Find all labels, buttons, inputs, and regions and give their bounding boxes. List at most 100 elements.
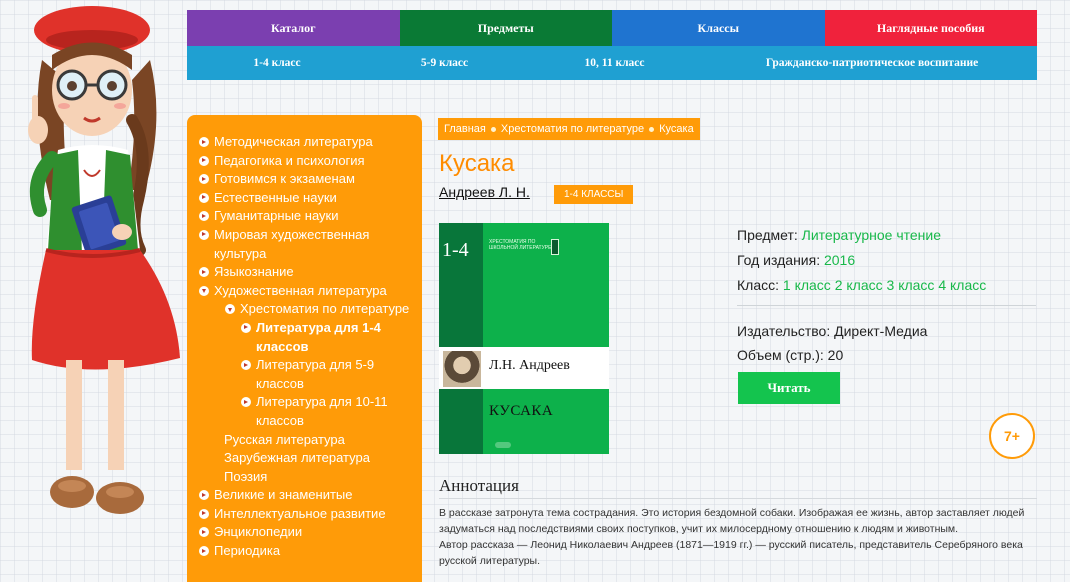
arrow-right-icon <box>199 508 209 519</box>
sidebar-item-label: Интеллектуальное развитие <box>214 505 386 521</box>
sidebar-item-label: Энциклопедии <box>214 524 303 540</box>
arrow-right-icon <box>199 211 209 222</box>
arrow-right-icon <box>241 360 251 371</box>
author-portrait <box>443 351 481 387</box>
arrow-right-icon <box>199 527 209 538</box>
sidebar-item-exams[interactable]: Готовимся к экзаменам <box>199 170 412 189</box>
annotation-body: В рассказе затронута тема сострадания. Э… <box>439 505 1039 569</box>
nav-grade-1-4[interactable]: 1-4 класс <box>187 46 367 80</box>
sidebar-item-label: Гуманитарные науки <box>214 208 339 224</box>
page-title: Кусака <box>439 150 515 177</box>
annotation-heading: Аннотация <box>439 476 519 495</box>
sidebar-item-fiction[interactable]: Художественная литература <box>199 282 412 301</box>
cover-series: Хрестоматия по школьной литературе <box>489 239 552 251</box>
book-cover[interactable]: 1-4 Хрестоматия по школьной литературе Л… <box>439 223 609 454</box>
sidebar-item-humanities[interactable]: Гуманитарные науки <box>199 207 412 226</box>
sidebar-item-label: Художественная литература <box>214 282 387 298</box>
main-nav: Каталог Предметы Классы Наглядные пособи… <box>187 10 1037 46</box>
publisher-text: Издательство: Директ-Медиа <box>737 323 928 339</box>
sidebar-item-natural-sciences[interactable]: Естественные науки <box>199 189 412 208</box>
subject-label: Предмет: <box>737 227 798 243</box>
sidebar-item-label: Поэзия <box>224 468 268 484</box>
arrow-right-icon <box>199 155 209 166</box>
arrow-right-icon <box>199 174 209 185</box>
category-sidebar: Методическая литература Педагогика и пси… <box>187 115 422 582</box>
arrow-right-icon <box>241 322 251 333</box>
sidebar-item-label: Мировая художественная культура <box>214 226 370 261</box>
sidebar-item-intellectual[interactable]: Интеллектуальное развитие <box>199 505 412 524</box>
sidebar-item-label: Литература для 1-4 классов <box>256 319 381 354</box>
author-link[interactable]: Андреев Л. Н. <box>439 184 530 200</box>
sidebar-item-lit-1-4[interactable]: Литература для 1-4 классов <box>199 319 412 356</box>
sidebar-item-label: Русская литература <box>224 431 345 447</box>
cover-title: КУСАКА <box>489 403 554 419</box>
sidebar-item-label: Методическая литература <box>214 134 373 149</box>
class-link-2[interactable]: 2 класс <box>835 277 883 293</box>
sidebar-item-label: Литература для 5-9 классов <box>256 357 375 391</box>
class-label: Класс: <box>737 277 779 293</box>
sidebar-item-label: Естественные науки <box>214 189 337 205</box>
subject-row: Предмет: Литературное чтение <box>737 227 941 243</box>
sidebar-item-russian-lit[interactable]: Русская литература <box>199 431 412 450</box>
sidebar-item-world-art[interactable]: Мировая художественная культура <box>199 226 412 263</box>
grade-badge[interactable]: 1-4 КЛАССЫ <box>554 185 634 204</box>
sidebar-item-label: Готовимся к экзаменам <box>214 171 355 187</box>
mascot-illustration <box>28 6 181 514</box>
sidebar-item-famous[interactable]: Великие и знаменитые <box>199 486 412 505</box>
cover-mark-icon <box>551 239 559 255</box>
sidebar-item-poetry[interactable]: Поэзия <box>199 468 412 487</box>
class-link-1[interactable]: 1 класс <box>783 277 831 293</box>
pages-text: Объем (стр.): 20 <box>737 347 844 363</box>
annotation-paragraph-1: В рассказе затронута тема сострадания. Э… <box>439 507 1025 535</box>
cover-author: Л.Н. Андреев <box>489 358 570 373</box>
nav-subjects[interactable]: Предметы <box>399 10 612 46</box>
sidebar-item-label: Хрестоматия по литературе <box>240 301 410 317</box>
publisher-logo-icon <box>495 442 511 448</box>
arrow-right-icon <box>199 267 209 278</box>
sidebar-item-label: Языкознание <box>214 264 294 280</box>
arrow-right-icon <box>199 229 209 240</box>
arrow-right-icon <box>199 546 209 557</box>
sidebar-item-label: Педагогика и психология <box>214 152 365 168</box>
nav-classes[interactable]: Классы <box>612 10 825 46</box>
sidebar-item-pedagogy[interactable]: Педагогика и психология <box>199 152 412 171</box>
class-link-4[interactable]: 4 класс <box>938 277 986 293</box>
nav-catalog[interactable]: Каталог <box>187 10 400 46</box>
arrow-right-icon <box>199 192 209 203</box>
sidebar-item-linguistics[interactable]: Языкознание <box>199 263 412 282</box>
nav-patriotic[interactable]: Гражданско-патриотическое воспитание <box>707 46 1037 80</box>
subject-link[interactable]: Литературное чтение <box>802 227 941 243</box>
sidebar-item-foreign-lit[interactable]: Зарубежная литература <box>199 449 412 468</box>
annotation-paragraph-2: Автор рассказа — Леонид Николаевич Андре… <box>439 539 1023 567</box>
sidebar-item-methodical[interactable]: Методическая литература <box>199 133 412 152</box>
arrow-down-icon <box>225 304 235 315</box>
arrow-right-icon <box>199 137 209 147</box>
sidebar-item-lit-10-11[interactable]: Литература для 10-11 классов <box>199 393 412 430</box>
arrow-down-icon <box>199 285 209 296</box>
sidebar-item-periodicals[interactable]: Периодика <box>199 542 412 561</box>
sidebar-item-label: Зарубежная литература <box>224 450 370 466</box>
sidebar-item-anthology[interactable]: Хрестоматия по литературе <box>199 300 412 319</box>
nav-grade-5-9[interactable]: 5-9 класс <box>367 46 522 80</box>
sidebar-item-label: Литература для 10-11 классов <box>256 394 388 428</box>
breadcrumb-home[interactable]: Главная <box>444 123 486 135</box>
breadcrumb-anthology[interactable]: Хрестоматия по литературе <box>501 123 644 135</box>
year-link[interactable]: 2016 <box>824 252 855 268</box>
class-link-3[interactable]: 3 класс <box>887 277 935 293</box>
arrow-right-icon <box>241 397 251 408</box>
nav-visual-aids[interactable]: Наглядные пособия <box>824 10 1037 46</box>
breadcrumb-separator-icon <box>649 126 655 132</box>
sidebar-item-lit-5-9[interactable]: Литература для 5-9 классов <box>199 356 412 393</box>
annotation-divider <box>439 498 1037 499</box>
year-row: Год издания: 2016 <box>737 252 855 268</box>
read-button[interactable]: Читать <box>738 372 840 404</box>
arrow-right-icon <box>199 490 209 501</box>
sidebar-item-label: Периодика <box>214 543 281 559</box>
grade-nav: 1-4 класс 5-9 класс 10, 11 класс Граждан… <box>187 46 1037 80</box>
nav-grade-10-11[interactable]: 10, 11 класс <box>522 46 707 80</box>
year-label: Год издания: <box>737 252 821 268</box>
sidebar-item-label: Великие и знаменитые <box>214 487 353 503</box>
breadcrumb-separator-icon <box>490 126 496 132</box>
breadcrumb-current: Кусака <box>659 123 694 135</box>
sidebar-item-encyclopedias[interactable]: Энциклопедии <box>199 523 412 542</box>
